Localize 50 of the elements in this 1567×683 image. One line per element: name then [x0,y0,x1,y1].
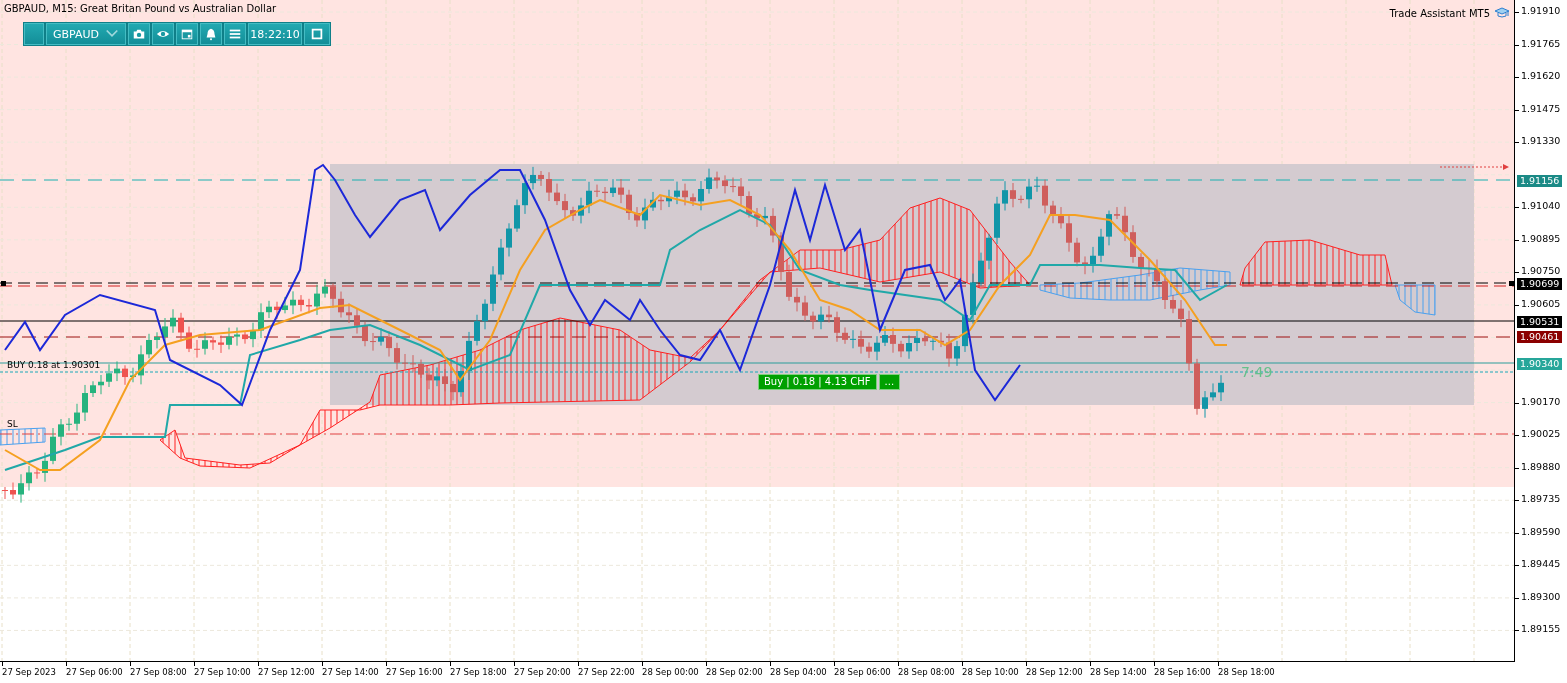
more-button[interactable]: ... [878,374,901,390]
time-tick: 28 Sep 18:00 [1218,667,1275,677]
price-tick: 1.91765 [1521,37,1561,49]
price-tick: 1.89735 [1521,493,1561,505]
time-tick: 28 Sep 04:00 [770,667,827,677]
time-tick: 28 Sep 12:00 [1026,667,1083,677]
price-tick: 1.91475 [1521,102,1561,114]
time-tick: 28 Sep 16:00 [1154,667,1211,677]
time-tick: 27 Sep 20:00 [514,667,571,677]
time-tick: 28 Sep 00:00 [642,667,699,677]
indicator-name: Trade Assistant MT5 [1389,7,1490,19]
time-tick: 27 Sep 2023 [2,667,56,677]
price-tick: 1.90170 [1521,395,1561,407]
time-tick: 27 Sep 18:00 [450,667,507,677]
time-tick: 27 Sep 10:00 [194,667,251,677]
symbol-dropdown[interactable]: GBPAUD [46,23,126,45]
time-tick: 27 Sep 22:00 [578,667,635,677]
position-label: BUY 0.18 at 1.90301 [7,360,101,370]
price-label: 1.91156 [1517,175,1563,188]
time-tick: 27 Sep 16:00 [386,667,443,677]
time-tick: 27 Sep 14:00 [322,667,379,677]
stop-loss-label: SL [7,419,18,429]
price-tick: 1.89590 [1521,525,1561,537]
price-tick: 1.90895 [1521,232,1561,244]
time-button[interactable]: 18:22:10 [248,23,302,45]
price-tick: 1.91330 [1521,135,1561,147]
price-label: 1.90461 [1517,331,1563,344]
price-tick: 1.91620 [1521,70,1561,82]
price-tick: 1.90750 [1521,265,1561,277]
price-tick: 1.89300 [1521,590,1561,602]
chart-title: GBPAUD, M15: Great Britan Pound vs Australian Dollar [4,3,277,14]
price-tick: 1.90025 [1521,428,1561,440]
time-tick: 28 Sep 14:00 [1090,667,1147,677]
price-tick: 1.89880 [1521,460,1561,472]
price-label: 1.90699 [1517,277,1563,290]
price-tick: 1.90605 [1521,297,1561,309]
price-tick: 1.89155 [1521,623,1561,635]
price-tick: 1.89445 [1521,558,1561,570]
time-tick: 28 Sep 10:00 [962,667,1019,677]
time-tick: 28 Sep 06:00 [834,667,891,677]
price-tick: 1.91040 [1521,200,1561,212]
time-tick: 27 Sep 06:00 [66,667,123,677]
time-tick: 27 Sep 12:00 [258,667,315,677]
time-tick: 28 Sep 08:00 [898,667,955,677]
trade-button[interactable]: Buy | 0.18 | 4.13 CHF [758,374,877,390]
time-tick: 28 Sep 02:00 [706,667,763,677]
price-label: 1.90340 [1517,358,1563,371]
price-label: 1.90531 [1517,315,1563,328]
price-tick: 1.91910 [1521,5,1561,16]
time-tick: 27 Sep 08:00 [130,667,187,677]
